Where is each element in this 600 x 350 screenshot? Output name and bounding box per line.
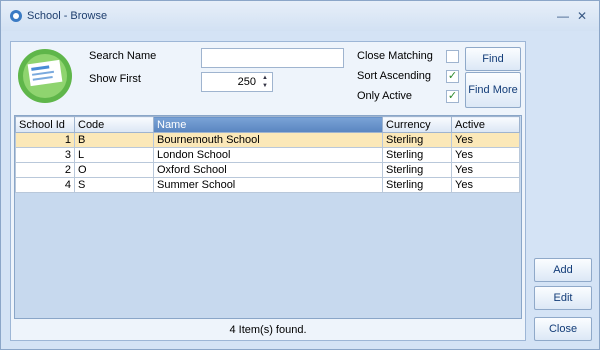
add-button[interactable]: Add [534,258,592,282]
title-bar[interactable]: School - Browse — ✕ [1,1,599,31]
cell-code: S [74,177,154,193]
cell-active: Yes [451,147,520,163]
search-name-input[interactable] [201,48,344,68]
column-header-currency[interactable]: Currency [382,116,452,133]
spin-arrows-icon[interactable]: ▲ ▼ [259,74,271,90]
header-row: School Id Code Name Currency Active [15,116,520,133]
column-header-name[interactable]: Name [153,116,383,133]
cell-school-id: 1 [15,132,75,148]
close-matching-checkbox[interactable] [446,50,459,63]
cell-active: Yes [451,162,520,178]
show-first-stepper[interactable]: 250 ▲ ▼ [201,72,273,92]
only-active-checkbox[interactable]: ✓ [446,90,459,103]
cell-school-id: 4 [15,177,75,193]
app-icon [10,10,22,22]
find-more-button[interactable]: Find More [465,72,521,108]
cell-code: L [74,147,154,163]
close-button[interactable]: Close [534,317,592,341]
edit-button[interactable]: Edit [534,286,592,310]
cell-active: Yes [451,177,520,193]
table-row[interactable]: 4 S Summer School Sterling Yes [15,177,520,193]
column-header-code[interactable]: Code [74,116,154,133]
school-logo-icon [18,49,72,103]
checkmark-icon: ✓ [447,90,458,102]
search-name-label: Search Name [89,50,157,62]
status-text: 4 Item(s) found. [229,324,307,336]
minimize-button[interactable]: — [557,9,569,23]
cell-active: Yes [451,132,520,148]
cell-name: Summer School [153,177,383,193]
column-header-school-id[interactable]: School Id [15,116,75,133]
sort-ascending-label: Sort Ascending [357,70,431,82]
window-title: School - Browse [27,10,108,22]
cell-school-id: 2 [15,162,75,178]
results-grid[interactable]: School Id Code Name Currency Active 1 B … [14,115,522,319]
column-header-active[interactable]: Active [451,116,520,133]
cell-code: O [74,162,154,178]
results-table: School Id Code Name Currency Active 1 B … [15,116,520,193]
find-button[interactable]: Find [465,47,521,71]
show-first-label: Show First [89,73,141,85]
table-row[interactable]: 3 L London School Sterling Yes [15,147,520,163]
search-panel: Search Name Show First 250 ▲ ▼ Close Matc… [10,41,526,341]
only-active-label: Only Active [357,90,413,102]
show-first-value: 250 [237,76,256,88]
cell-school-id: 3 [15,147,75,163]
cell-name: Oxford School [153,162,383,178]
cell-currency: Sterling [382,132,452,148]
cell-currency: Sterling [382,162,452,178]
table-row[interactable]: 1 B Bournemouth School Sterling Yes [15,132,520,148]
cell-currency: Sterling [382,177,452,193]
sort-ascending-checkbox[interactable]: ✓ [446,70,459,83]
cell-currency: Sterling [382,147,452,163]
close-matching-label: Close Matching [357,50,433,62]
checkmark-icon: ✓ [447,70,458,82]
cell-code: B [74,132,154,148]
close-window-button[interactable]: ✕ [577,9,587,23]
cell-name: London School [153,147,383,163]
table-row[interactable]: 2 O Oxford School Sterling Yes [15,162,520,178]
browse-window: School - Browse — ✕ Search Name Show Fir… [0,0,600,350]
cell-name: Bournemouth School [153,132,383,148]
